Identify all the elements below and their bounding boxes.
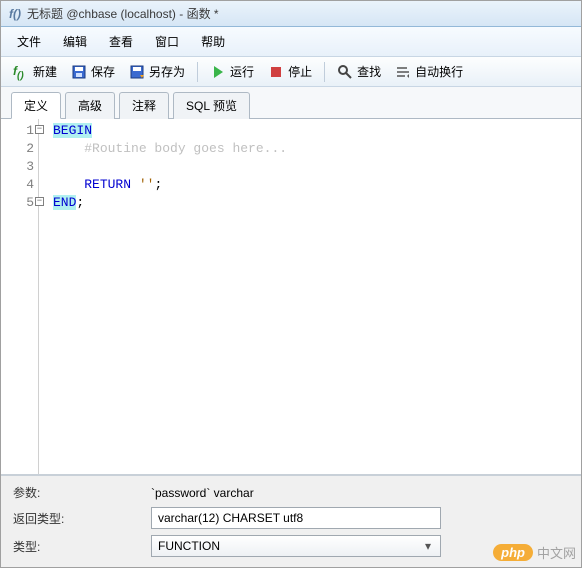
tab-sqlpreview[interactable]: SQL 预览 [173,92,250,119]
menu-help[interactable]: 帮助 [191,30,235,53]
code-line[interactable] [53,158,577,176]
menu-edit[interactable]: 编辑 [53,30,97,53]
chevron-down-icon: ▾ [420,539,436,553]
return-type-label: 返回类型: [13,510,143,527]
stop-icon [268,64,284,80]
saveas-button[interactable]: 另存为 [123,61,191,82]
params-label: 参数: [13,484,143,501]
line-number: 3 [1,158,34,176]
separator [197,62,198,82]
type-value: FUNCTION [158,539,220,553]
tab-definition[interactable]: 定义 [11,92,61,119]
fold-icon[interactable]: − [35,197,44,206]
watermark: php 中文网 [493,543,576,562]
return-type-input[interactable] [151,507,441,529]
menu-view[interactable]: 查看 [99,30,143,53]
tab-advanced[interactable]: 高级 [65,92,115,119]
gutter: 1−2345− [1,119,39,474]
menu-window[interactable]: 窗口 [145,30,189,53]
fx-new-icon: f() [13,64,29,80]
window: f() 无标题 @chbase (localhost) - 函数 * 文件 编辑… [0,0,582,568]
save-button[interactable]: 保存 [65,61,121,82]
line-number: 4 [1,176,34,194]
tabs: 定义 高级 注释 SQL 预览 [1,87,581,119]
saveas-icon [129,64,145,80]
titlebar: f() 无标题 @chbase (localhost) - 函数 * [1,1,581,27]
code-line[interactable]: BEGIN [53,122,577,140]
stop-label: 停止 [288,63,312,80]
play-icon [210,64,226,80]
code-line[interactable]: #Routine body goes here... [53,140,577,158]
params-value: `password` varchar [151,486,254,500]
new-button[interactable]: f() 新建 [7,61,63,82]
code-area[interactable]: BEGIN #Routine body goes here... RETURN … [39,119,581,474]
menu-file[interactable]: 文件 [7,30,51,53]
type-label: 类型: [13,538,143,555]
save-label: 保存 [91,63,115,80]
new-label: 新建 [33,63,57,80]
toolbar: f() 新建 保存 另存为 运行 停止 [1,57,581,87]
php-badge: php [493,544,533,561]
code-line[interactable]: END; [53,194,577,212]
line-number: 5− [1,194,34,212]
run-label: 运行 [230,63,254,80]
wrap-label: 自动换行 [415,63,463,80]
code-line[interactable]: RETURN ''; [53,176,577,194]
saveas-label: 另存为 [149,63,185,80]
line-number: 2 [1,140,34,158]
find-label: 查找 [357,63,381,80]
menubar: 文件 编辑 查看 窗口 帮助 [1,27,581,57]
run-button[interactable]: 运行 [204,61,260,82]
line-number: 1− [1,122,34,140]
wrap-button[interactable]: 自动换行 [389,61,469,82]
fx-icon: f() [9,7,21,21]
watermark-text: 中文网 [537,543,576,562]
stop-button[interactable]: 停止 [262,61,318,82]
window-title: 无标题 @chbase (localhost) - 函数 * [27,5,219,22]
wrap-icon [395,64,411,80]
code-editor[interactable]: 1−2345− BEGIN #Routine body goes here...… [1,119,581,475]
search-icon [337,64,353,80]
save-icon [71,64,87,80]
find-button[interactable]: 查找 [331,61,387,82]
tab-comment[interactable]: 注释 [119,92,169,119]
fold-icon[interactable]: − [35,125,44,134]
separator [324,62,325,82]
type-select[interactable]: FUNCTION ▾ [151,535,441,557]
